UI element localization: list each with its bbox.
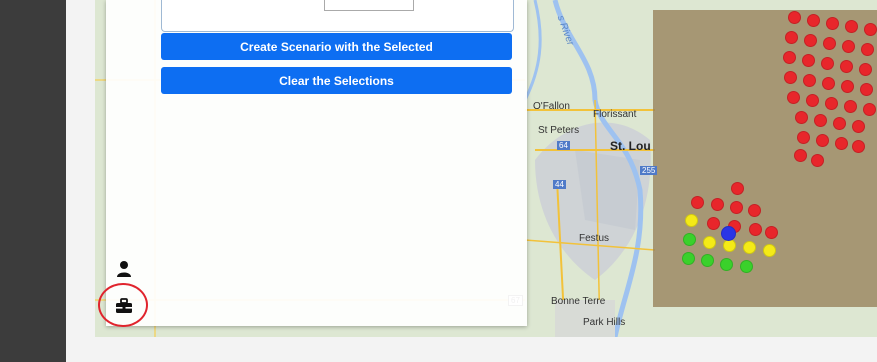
map-dot[interactable]: [682, 252, 695, 265]
map-dot[interactable]: [785, 31, 798, 44]
map-dot[interactable]: [711, 198, 724, 211]
map-dot[interactable]: [811, 154, 824, 167]
map-dot[interactable]: [833, 117, 846, 130]
create-scenario-button[interactable]: Create Scenario with the Selected: [161, 33, 512, 60]
map-dot[interactable]: [807, 14, 820, 27]
person-icon[interactable]: [116, 260, 132, 278]
map-dot[interactable]: [840, 60, 853, 73]
map-dot[interactable]: [814, 114, 827, 127]
map-dot[interactable]: [802, 54, 815, 67]
map-dot[interactable]: [740, 260, 753, 273]
map-dot[interactable]: [701, 254, 714, 267]
map-dot[interactable]: [765, 226, 778, 239]
map-dot[interactable]: [721, 226, 736, 241]
map-dot[interactable]: [863, 103, 876, 116]
map-dot[interactable]: [806, 94, 819, 107]
map-dot[interactable]: [720, 258, 733, 271]
selection-input[interactable]: [161, 0, 514, 32]
map-dot[interactable]: [685, 214, 698, 227]
map-dot[interactable]: [703, 236, 716, 249]
map-dot[interactable]: [835, 137, 848, 150]
map-dot[interactable]: [860, 83, 873, 96]
map-dot[interactable]: [797, 131, 810, 144]
map-dot[interactable]: [743, 241, 756, 254]
map-dot[interactable]: [763, 244, 776, 257]
map-dot[interactable]: [803, 74, 816, 87]
map-dot[interactable]: [795, 111, 808, 124]
map-dot[interactable]: [784, 71, 797, 84]
map-dot[interactable]: [749, 223, 762, 236]
highlight-circle: [98, 283, 148, 327]
scenario-panel: Create Scenario with the Selected Clear …: [106, 0, 527, 326]
clear-selections-button[interactable]: Clear the Selections: [161, 67, 512, 94]
map-dot[interactable]: [816, 134, 829, 147]
map-dot[interactable]: [707, 217, 720, 230]
selection-input-inner[interactable]: [324, 0, 414, 11]
map-dot[interactable]: [783, 51, 796, 64]
map-dot[interactable]: [826, 17, 839, 30]
map-dot[interactable]: [825, 97, 838, 110]
map-dot[interactable]: [787, 91, 800, 104]
map-dot[interactable]: [861, 43, 874, 56]
map-dot[interactable]: [841, 80, 854, 93]
map-dot[interactable]: [730, 201, 743, 214]
map-dot[interactable]: [723, 239, 736, 252]
map-dot[interactable]: [864, 23, 877, 36]
map-dot[interactable]: [794, 149, 807, 162]
map-dot[interactable]: [842, 40, 855, 53]
map-dot[interactable]: [821, 57, 834, 70]
map-dot[interactable]: [788, 11, 801, 24]
map-dot[interactable]: [852, 120, 865, 133]
map-dot[interactable]: [845, 20, 858, 33]
map-dot[interactable]: [804, 34, 817, 47]
map-dot[interactable]: [844, 100, 857, 113]
map-dot[interactable]: [823, 37, 836, 50]
left-rail: [0, 0, 66, 362]
map-dot[interactable]: [731, 182, 744, 195]
map-dot[interactable]: [691, 196, 704, 209]
map-dot[interactable]: [852, 140, 865, 153]
map-dot[interactable]: [822, 77, 835, 90]
map-dot[interactable]: [748, 204, 761, 217]
map-dot[interactable]: [683, 233, 696, 246]
map-dot[interactable]: [859, 63, 872, 76]
